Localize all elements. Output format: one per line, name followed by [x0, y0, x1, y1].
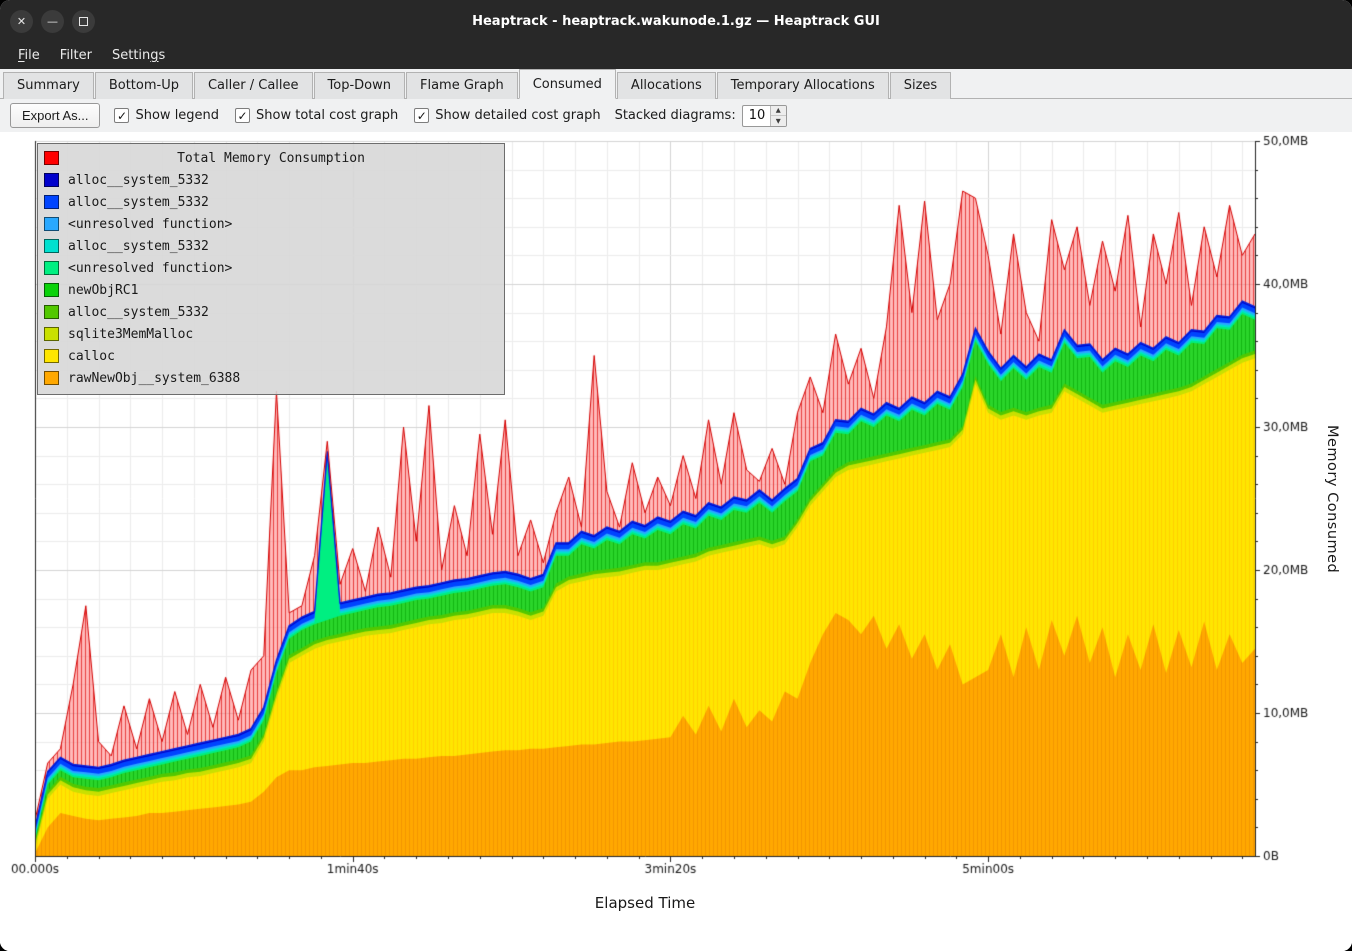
menu-file[interactable]: File	[8, 44, 50, 67]
checkbox-box[interactable]: ✓	[414, 108, 429, 123]
legend-label: alloc__system_5332	[68, 239, 209, 254]
legend-label: alloc__system_5332	[68, 173, 209, 188]
legend-swatch	[44, 305, 59, 319]
tab-flame-graph[interactable]: Flame Graph	[406, 72, 518, 99]
legend-item-unresolved-function: <unresolved function>	[38, 213, 504, 235]
main-content: SummaryBottom-UpCaller / CalleeTop-DownF…	[0, 69, 1352, 951]
titlebar[interactable]: ✕ — Heaptrack - heaptrack.wakunode.1.gz …	[0, 0, 1352, 42]
legend-swatch	[44, 349, 59, 363]
tab-allocations[interactable]: Allocations	[617, 72, 716, 99]
legend-swatch	[44, 217, 59, 231]
checkbox-box[interactable]: ✓	[114, 108, 129, 123]
tab-summary[interactable]: Summary	[3, 72, 94, 99]
legend-label: <unresolved function>	[68, 217, 232, 232]
close-button[interactable]: ✕	[10, 10, 33, 33]
chart-area: Total Memory Consumption alloc__system_53…	[0, 132, 1352, 951]
window-controls: ✕ —	[10, 0, 95, 42]
x-axis-title: Elapsed Time	[35, 894, 1255, 912]
spinner-down-button[interactable]: ▼	[771, 116, 786, 126]
tab-temporary-allocations[interactable]: Temporary Allocations	[717, 72, 889, 99]
toolbar: Export As... ✓ Show legend ✓ Show total cos…	[0, 99, 1352, 132]
app-window: ✕ — Heaptrack - heaptrack.wakunode.1.gz …	[0, 0, 1352, 951]
menu-filter[interactable]: Filter	[50, 44, 102, 67]
stacked-diagrams-spinner[interactable]: 10 ▲ ▼	[742, 105, 787, 127]
legend-swatch	[44, 327, 59, 341]
minimize-button[interactable]: —	[41, 10, 64, 33]
maximize-button[interactable]	[72, 10, 95, 33]
menu-settings[interactable]: Settings	[102, 44, 175, 67]
legend-item-rawnewobj-system-6388: rawNewObj__system_6388	[38, 367, 504, 389]
legend-item-calloc: calloc	[38, 345, 504, 367]
chart-legend: Total Memory Consumption alloc__system_53…	[37, 143, 505, 395]
checkbox-box[interactable]: ✓	[235, 108, 250, 123]
y-axis-title: Memory Consumed	[1324, 425, 1340, 573]
legend-item-alloc-system-5332: alloc__system_5332	[38, 191, 504, 213]
legend-item-alloc-system-5332: alloc__system_5332	[38, 169, 504, 191]
checkbox-group: ✓ Show legend ✓ Show total cost graph ✓ Show …	[114, 108, 600, 123]
legend-label: newObjRC1	[68, 283, 138, 298]
menu-bar: FileFilterSettings	[0, 42, 1352, 69]
checkbox-show-legend[interactable]: ✓ Show legend	[114, 108, 219, 123]
legend-item-sqlite3memmalloc: sqlite3MemMalloc	[38, 323, 504, 345]
legend-swatch	[44, 261, 59, 275]
tab-consumed[interactable]: Consumed	[519, 69, 616, 99]
checkbox-show-detailed-cost-graph[interactable]: ✓ Show detailed cost graph	[414, 108, 600, 123]
spinner-value: 10	[743, 106, 770, 126]
legend-title-row: Total Memory Consumption	[38, 147, 504, 169]
checkbox-label: Show detailed cost graph	[435, 108, 600, 123]
spinner-up-button[interactable]: ▲	[771, 106, 786, 117]
legend-item-unresolved-function: <unresolved function>	[38, 257, 504, 279]
legend-swatch	[44, 371, 59, 385]
legend-item-alloc-system-5332: alloc__system_5332	[38, 235, 504, 257]
tab-bottom-up[interactable]: Bottom-Up	[95, 72, 193, 99]
checkbox-label: Show total cost graph	[256, 108, 398, 123]
spinner-arrows: ▲ ▼	[770, 106, 786, 126]
maximize-icon	[79, 17, 88, 26]
tab-sizes[interactable]: Sizes	[890, 72, 951, 99]
legend-label: alloc__system_5332	[68, 195, 209, 210]
legend-label: calloc	[68, 349, 115, 364]
tab-top-down[interactable]: Top-Down	[314, 72, 405, 99]
legend-label: alloc__system_5332	[68, 305, 209, 320]
legend-label: rawNewObj__system_6388	[68, 371, 240, 386]
legend-swatch	[44, 195, 59, 209]
legend-label: <unresolved function>	[68, 261, 232, 276]
legend-swatch	[44, 283, 59, 297]
legend-item-alloc-system-5332: alloc__system_5332	[38, 301, 504, 323]
export-as-button[interactable]: Export As...	[10, 103, 100, 128]
legend-item-newobjrc1: newObjRC1	[38, 279, 504, 301]
checkbox-label: Show legend	[135, 108, 219, 123]
legend-label: sqlite3MemMalloc	[68, 327, 193, 342]
legend-swatch	[44, 239, 59, 253]
tab-bar: SummaryBottom-UpCaller / CalleeTop-DownF…	[0, 69, 1352, 99]
legend-title: Total Memory Consumption	[38, 151, 504, 166]
tab-caller-callee[interactable]: Caller / Callee	[194, 72, 313, 99]
window-title: Heaptrack - heaptrack.wakunode.1.gz — He…	[472, 14, 880, 29]
checkbox-show-total-cost-graph[interactable]: ✓ Show total cost graph	[235, 108, 398, 123]
stacked-diagrams-label: Stacked diagrams:	[615, 108, 736, 123]
legend-swatch	[44, 173, 59, 187]
